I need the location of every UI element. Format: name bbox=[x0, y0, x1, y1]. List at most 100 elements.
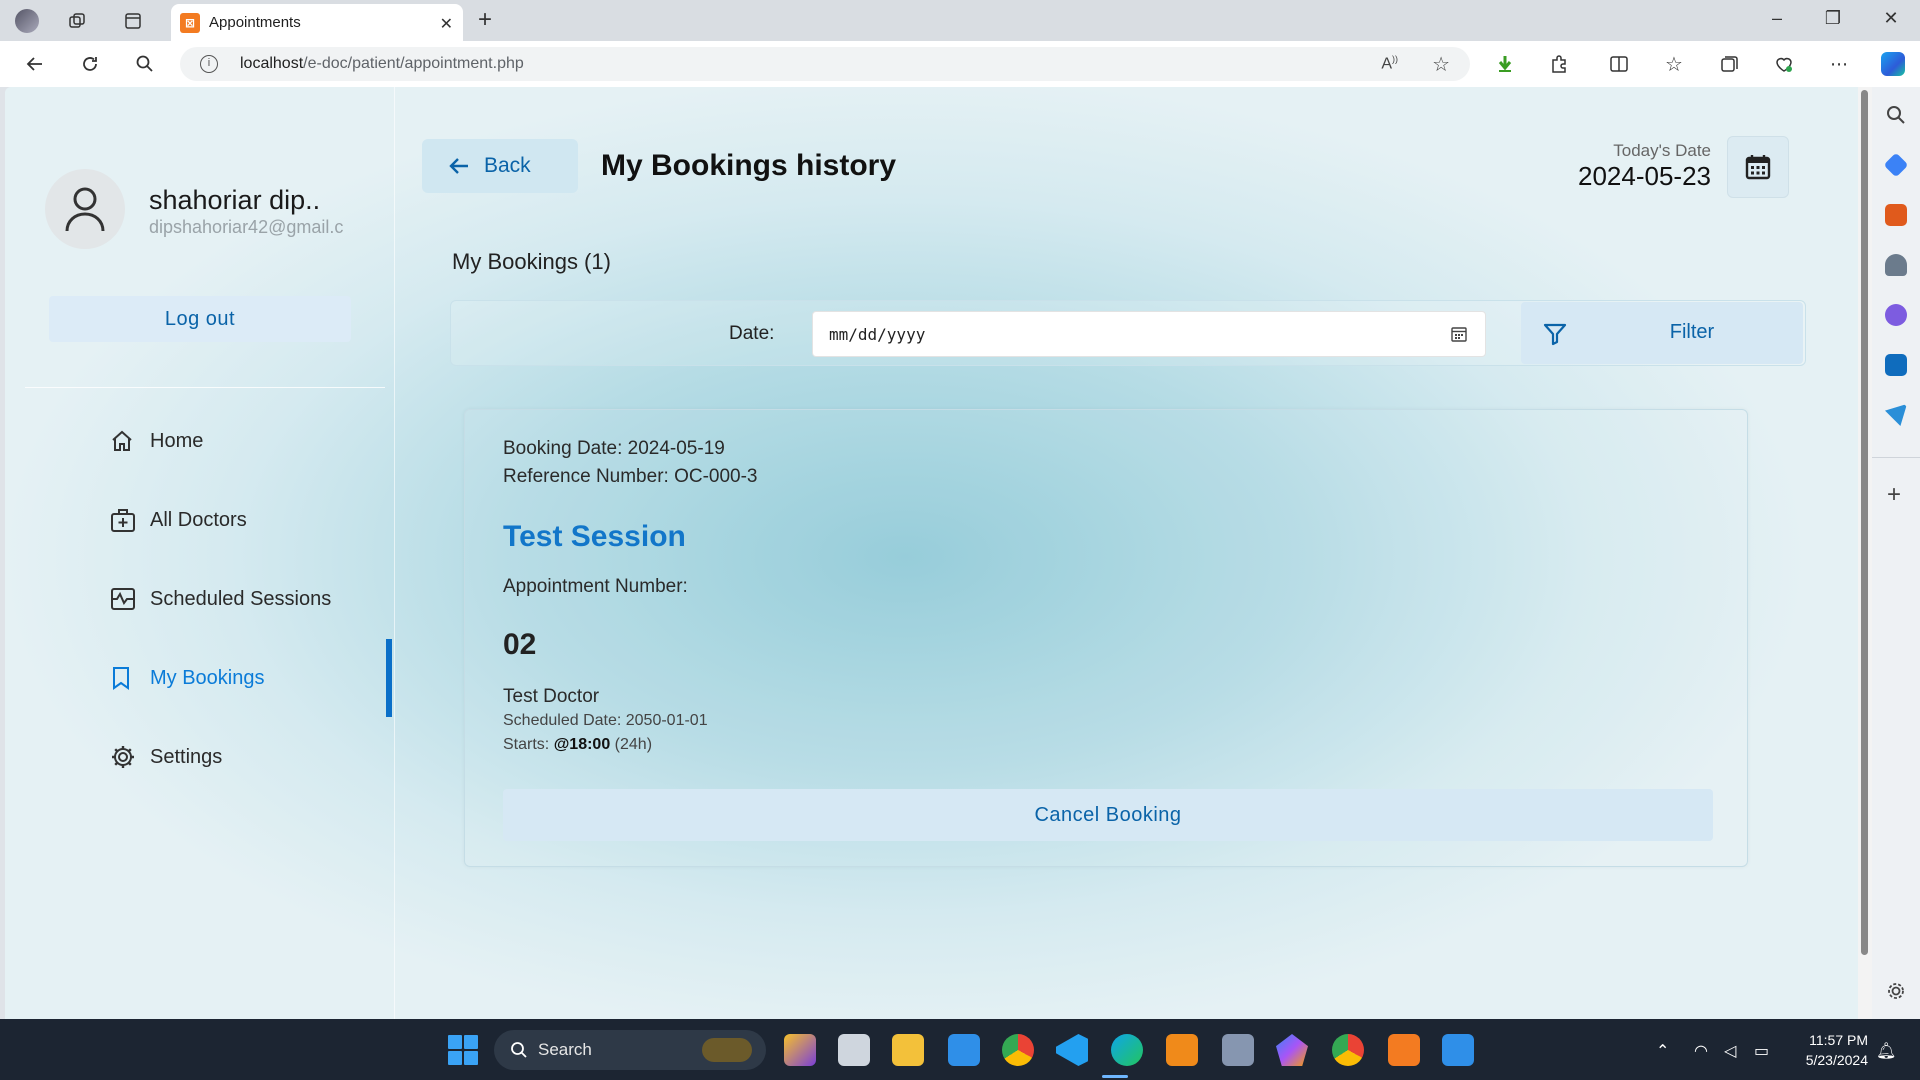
games-icon[interactable] bbox=[1885, 254, 1907, 276]
clock-time: 11:57 PM bbox=[1809, 1032, 1868, 1048]
sidebar-item-label: Settings bbox=[150, 745, 223, 768]
today-date-label: Today's Date bbox=[1613, 141, 1711, 160]
minimize-icon[interactable]: – bbox=[1762, 8, 1792, 29]
paint-icon[interactable] bbox=[1442, 1034, 1474, 1066]
browser-essentials-icon[interactable] bbox=[1771, 51, 1797, 77]
favorites-icon[interactable]: ☆ bbox=[1661, 51, 1687, 77]
download-extension-icon[interactable] bbox=[1492, 51, 1518, 77]
wifi-icon[interactable]: ◠ bbox=[1694, 1041, 1708, 1061]
split-screen-icon[interactable] bbox=[1606, 51, 1632, 77]
chrome-profile-icon[interactable] bbox=[1332, 1034, 1364, 1066]
app-grid-icon[interactable] bbox=[1222, 1034, 1254, 1066]
tab-actions-icon[interactable] bbox=[120, 8, 146, 34]
bookings-count-heading: My Bookings (1) bbox=[452, 249, 611, 274]
filter-bar: Date: mm/dd/yyyy Filter bbox=[450, 300, 1806, 366]
sidebar-item-label: My Bookings bbox=[150, 666, 265, 689]
taskbar-search[interactable]: Search bbox=[494, 1030, 766, 1070]
address-bar[interactable]: i localhost/e-doc/patient/appointment.ph… bbox=[180, 47, 1470, 81]
page-title: My Bookings history bbox=[601, 149, 897, 182]
collections-icon[interactable] bbox=[1716, 51, 1742, 77]
notification-bell-icon[interactable]: 🔔︎ bbox=[1876, 1041, 1896, 1061]
edge-icon[interactable] bbox=[1111, 1034, 1143, 1066]
sidebar-item-label: Scheduled Sessions bbox=[150, 587, 332, 610]
app-orange-icon[interactable] bbox=[1166, 1034, 1198, 1066]
window-close-icon[interactable]: ✕ bbox=[1876, 8, 1906, 29]
copilot-app-icon[interactable] bbox=[1885, 304, 1907, 326]
logout-button[interactable]: Log out bbox=[49, 296, 351, 342]
chrome-icon[interactable] bbox=[1002, 1034, 1034, 1066]
tools-icon[interactable] bbox=[1885, 204, 1907, 226]
booking-card: Booking Date: 2024-05-19 Reference Numbe… bbox=[464, 409, 1748, 867]
calendar-icon bbox=[1745, 155, 1771, 180]
read-aloud-icon[interactable]: A)) bbox=[1381, 54, 1398, 73]
date-filter-label: Date: bbox=[729, 323, 775, 344]
doctor-name: Test Doctor bbox=[503, 686, 600, 707]
back-button[interactable]: Back bbox=[422, 139, 578, 193]
scrollbar-thumb[interactable] bbox=[1861, 90, 1868, 955]
sidebar-item-all-doctors[interactable]: All Doctors bbox=[110, 500, 247, 540]
extensions-icon[interactable] bbox=[1546, 51, 1572, 77]
battery-icon[interactable]: ▭ bbox=[1754, 1041, 1769, 1061]
app-pentagon-icon[interactable] bbox=[1276, 1034, 1308, 1066]
doctor-case-icon bbox=[110, 507, 150, 533]
back-label: Back bbox=[484, 154, 531, 177]
sidebar-settings-icon[interactable] bbox=[1885, 980, 1907, 1002]
date-filter-input[interactable]: mm/dd/yyyy bbox=[812, 311, 1486, 357]
shopping-tag-icon[interactable] bbox=[1883, 152, 1909, 178]
send-icon[interactable] bbox=[1885, 404, 1907, 426]
sidebar: shahoriar dip.. dipshahoriar42@gmail.c L… bbox=[5, 87, 395, 1019]
xampp-icon[interactable] bbox=[1388, 1034, 1420, 1066]
start-time: Starts: @18:00 (24h) bbox=[503, 736, 653, 753]
bookmark-icon bbox=[110, 666, 150, 690]
task-view-icon[interactable] bbox=[838, 1034, 870, 1066]
sidebar-item-scheduled-sessions[interactable]: Scheduled Sessions bbox=[110, 579, 331, 619]
date-picker-icon[interactable] bbox=[1451, 326, 1467, 342]
cancel-booking-button[interactable]: Cancel Booking bbox=[503, 789, 1713, 841]
file-explorer-icon[interactable] bbox=[892, 1034, 924, 1066]
booking-date: Booking Date: 2024-05-19 bbox=[503, 438, 725, 459]
tab-title: Appointments bbox=[209, 14, 301, 31]
today-date-value: 2024-05-23 bbox=[1578, 161, 1711, 191]
search-icon[interactable] bbox=[132, 51, 158, 77]
mail-icon[interactable] bbox=[948, 1034, 980, 1066]
url-text: localhost/e-doc/patient/appointment.php bbox=[240, 55, 524, 72]
back-nav-icon[interactable] bbox=[22, 51, 48, 77]
copilot-icon[interactable] bbox=[1880, 51, 1906, 77]
sidebar-item-settings[interactable]: Settings bbox=[110, 737, 222, 777]
restore-icon[interactable]: ❐ bbox=[1818, 8, 1848, 29]
vscode-icon[interactable] bbox=[1056, 1034, 1088, 1066]
outlook-icon[interactable] bbox=[1885, 354, 1907, 376]
tray-chevron-icon[interactable]: ⌃ bbox=[1656, 1041, 1669, 1061]
tab-appointments[interactable]: ⊠ Appointments ✕ bbox=[171, 4, 463, 41]
filter-button[interactable]: Filter bbox=[1521, 302, 1803, 364]
site-info-icon[interactable]: i bbox=[200, 55, 218, 73]
sidebar-item-home[interactable]: Home bbox=[110, 421, 203, 461]
taskbar-search-icon bbox=[511, 1042, 527, 1058]
edge-sidebar: + bbox=[1872, 87, 1920, 1019]
date-placeholder: mm/dd/yyyy bbox=[829, 325, 926, 344]
calendar-button[interactable] bbox=[1727, 136, 1789, 198]
taskbar-clock[interactable]: 11:57 PM 5/23/2024 bbox=[1790, 1030, 1868, 1070]
user-icon bbox=[65, 187, 105, 232]
tab-close-icon[interactable]: ✕ bbox=[440, 14, 453, 34]
more-menu-icon[interactable]: ⋯ bbox=[1826, 51, 1852, 77]
sidebar-item-label: All Doctors bbox=[150, 508, 247, 531]
add-app-icon[interactable]: + bbox=[1887, 481, 1901, 509]
xampp-favicon-icon: ⊠ bbox=[180, 13, 200, 33]
sidebar-item-my-bookings[interactable]: My Bookings bbox=[110, 658, 265, 698]
active-app-indicator bbox=[1102, 1075, 1128, 1078]
new-tab-button[interactable]: + bbox=[478, 6, 492, 34]
app-pre-icon[interactable] bbox=[784, 1034, 816, 1066]
filter-label: Filter bbox=[1669, 321, 1715, 343]
sidebar-search-icon[interactable] bbox=[1885, 104, 1907, 126]
volume-icon[interactable]: ◁ bbox=[1724, 1041, 1736, 1061]
refresh-icon[interactable] bbox=[77, 51, 103, 77]
gear-icon bbox=[110, 744, 150, 770]
windows-start-icon[interactable] bbox=[448, 1035, 478, 1065]
page-scrollbar[interactable] bbox=[1858, 87, 1872, 1019]
favorite-star-icon[interactable]: ☆ bbox=[1432, 52, 1450, 77]
browser-toolbar: i localhost/e-doc/patient/appointment.ph… bbox=[0, 41, 1920, 87]
appointment-number: 02 bbox=[503, 628, 537, 661]
profile-avatar-icon[interactable] bbox=[14, 8, 40, 34]
workspaces-icon[interactable] bbox=[64, 8, 90, 34]
